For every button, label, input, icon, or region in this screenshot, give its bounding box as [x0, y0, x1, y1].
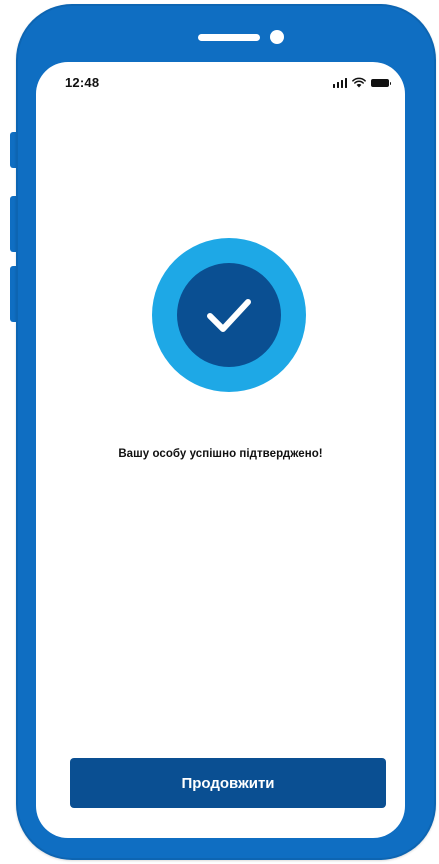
- speaker-grille: [198, 34, 260, 41]
- front-camera: [270, 30, 284, 44]
- phone-screen: 12:48 Вашу особу успішно підтверджено! П…: [36, 62, 405, 838]
- signal-icon: [332, 78, 347, 88]
- phone-mockup: 12:48 Вашу особу успішно підтверджено! П…: [0, 0, 439, 864]
- status-bar: 12:48: [36, 62, 405, 102]
- status-icons: [332, 77, 391, 88]
- check-icon: [207, 299, 251, 332]
- status-time: 12:48: [65, 75, 100, 90]
- continue-button[interactable]: Продовжити: [70, 758, 386, 808]
- wifi-icon: [352, 77, 366, 88]
- verification-message: Вашу особу успішно підтверджено!: [118, 448, 323, 460]
- battery-icon: [371, 79, 391, 87]
- success-badge-inner: [177, 263, 281, 367]
- success-badge: [152, 238, 306, 392]
